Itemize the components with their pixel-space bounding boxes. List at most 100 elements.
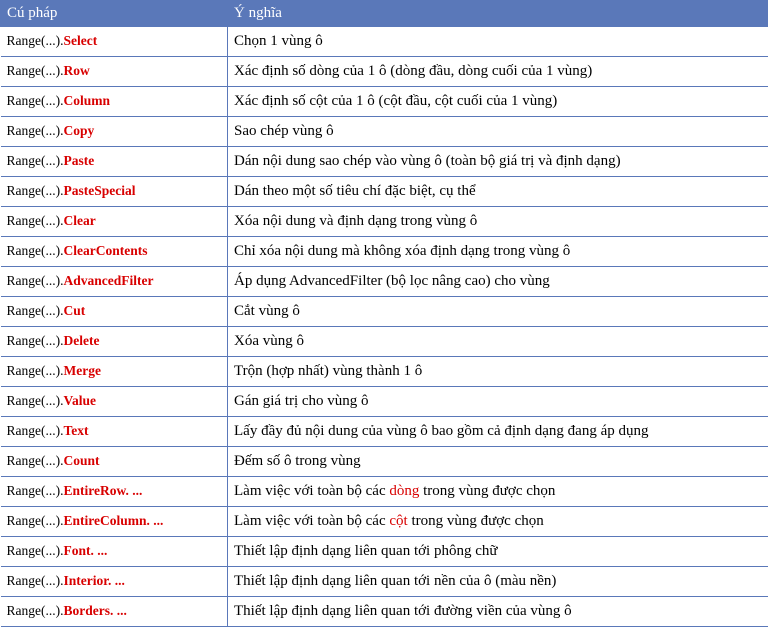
syntax-cell: Range(...).Interior. ... (1, 567, 228, 597)
meaning-text: Sao chép vùng ô (234, 123, 334, 139)
table-row: Range(...).AdvancedFilterÁp dụng Advance… (1, 267, 768, 297)
syntax-prefix: Range(...). (7, 213, 64, 228)
table-row: Range(...).Paste Dán nội dung sao chép và… (1, 147, 768, 177)
syntax-method: Paste (63, 153, 94, 168)
meaning-cell: Xóa nội dung và định dạng trong vùng ô (228, 207, 768, 237)
syntax-method: Font. ... (63, 543, 107, 558)
syntax-method: PasteSpecial (63, 183, 135, 198)
syntax-method: Row (63, 63, 89, 78)
syntax-prefix: Range(...). (7, 153, 64, 168)
meaning-cell: Xác định số cột của 1 ô (cột đầu, cột cu… (228, 87, 768, 117)
syntax-prefix: Range(...). (7, 333, 64, 348)
syntax-reference-table: Cú pháp Ý nghĩa Range(...).SelectChọn 1 … (0, 0, 768, 627)
meaning-text: Dán nội dung sao chép vào vùng ô (toàn b… (234, 153, 621, 169)
table-row: Range(...).Value Gán giá trị cho vùng ô (1, 387, 768, 417)
meaning-cell: Dán nội dung sao chép vào vùng ô (toàn b… (228, 147, 768, 177)
highlighted-word: dòng (389, 483, 419, 499)
table-row: Range(...).MergeTrộn (hợp nhất) vùng thà… (1, 357, 768, 387)
table-row: Range(...).ClearContentsChỉ xóa nội dung… (1, 237, 768, 267)
syntax-method: ClearContents (63, 243, 147, 258)
meaning-text: Thiết lập định dạng liên quan tới đường … (234, 603, 572, 619)
meaning-text: trong vùng được chọn (419, 483, 555, 499)
meaning-cell: Dán theo một số tiêu chí đặc biệt, cụ th… (228, 177, 768, 207)
meaning-text: Cắt vùng ô (234, 303, 300, 319)
meaning-text: Xác định số dòng của 1 ô (dòng đầu, dòng… (234, 63, 592, 79)
syntax-cell: Range(...).Paste (1, 147, 228, 177)
syntax-cell: Range(...).Column (1, 87, 228, 117)
syntax-prefix: Range(...). (7, 63, 64, 78)
table-row: Range(...).Cut Cắt vùng ô (1, 297, 768, 327)
syntax-cell: Range(...).Row (1, 57, 228, 87)
meaning-cell: Gán giá trị cho vùng ô (228, 387, 768, 417)
meaning-text: Xóa vùng ô (234, 333, 304, 349)
meaning-text: Xác định số cột của 1 ô (cột đầu, cột cu… (234, 93, 557, 109)
syntax-prefix: Range(...). (7, 303, 64, 318)
syntax-cell: Range(...).Delete (1, 327, 228, 357)
syntax-prefix: Range(...). (7, 513, 64, 528)
table-row: Range(...).CountĐếm số ô trong vùng (1, 447, 768, 477)
syntax-method: Value (63, 393, 96, 408)
syntax-prefix: Range(...). (7, 603, 64, 618)
meaning-cell: Cắt vùng ô (228, 297, 768, 327)
table-row: Range(...).Column Xác định số cột của 1 ô… (1, 87, 768, 117)
syntax-method: Merge (63, 363, 100, 378)
meaning-cell: Chọn 1 vùng ô (228, 27, 768, 57)
meaning-text: Gán giá trị cho vùng ô (234, 393, 369, 409)
syntax-method: AdvancedFilter (63, 273, 153, 288)
meaning-cell: Chỉ xóa nội dung mà không xóa định dạng … (228, 237, 768, 267)
table-row: Range(...).PasteSpecialDán theo một số t… (1, 177, 768, 207)
meaning-cell: Thiết lập định dạng liên quan tới nền củ… (228, 567, 768, 597)
highlighted-word: cột (389, 513, 407, 529)
syntax-cell: Range(...).Value (1, 387, 228, 417)
meaning-cell: Xác định số dòng của 1 ô (dòng đầu, dòng… (228, 57, 768, 87)
meaning-text: Lấy đầy đủ nội dung của vùng ô bao gồm c… (234, 423, 649, 439)
syntax-method: Delete (63, 333, 99, 348)
meaning-cell: Thiết lập định dạng liên quan tới đường … (228, 597, 768, 627)
table-header-row: Cú pháp Ý nghĩa (1, 1, 768, 27)
syntax-prefix: Range(...). (7, 423, 64, 438)
syntax-prefix: Range(...). (7, 483, 64, 498)
syntax-cell: Range(...).ClearContents (1, 237, 228, 267)
syntax-cell: Range(...).Font. ... (1, 537, 228, 567)
meaning-cell: Làm việc với toàn bộ các dòng trong vùng… (228, 477, 768, 507)
meaning-cell: Lấy đầy đủ nội dung của vùng ô bao gồm c… (228, 417, 768, 447)
syntax-cell: Range(...).EntireRow. ... (1, 477, 228, 507)
meaning-text: trong vùng được chọn (408, 513, 544, 529)
syntax-cell: Range(...).Borders. ... (1, 597, 228, 627)
syntax-method: Select (63, 33, 97, 48)
meaning-cell: Trộn (hợp nhất) vùng thành 1 ô (228, 357, 768, 387)
table-row: Range(...).Copy Sao chép vùng ô (1, 117, 768, 147)
meaning-text: Làm việc với toàn bộ các (234, 483, 389, 499)
meaning-text: Thiết lập định dạng liên quan tới phông … (234, 543, 498, 559)
syntax-cell: Range(...).Merge (1, 357, 228, 387)
table-row: Range(...).EntireRow. ...Làm việc với to… (1, 477, 768, 507)
syntax-prefix: Range(...). (7, 123, 64, 138)
syntax-cell: Range(...).Count (1, 447, 228, 477)
meaning-text: Làm việc với toàn bộ các (234, 513, 389, 529)
syntax-method: EntireRow. ... (63, 483, 142, 498)
syntax-prefix: Range(...). (7, 363, 64, 378)
meaning-text: Xóa nội dung và định dạng trong vùng ô (234, 213, 477, 229)
table-row: Range(...).Interior. ... Thiết lập định d… (1, 567, 768, 597)
meaning-cell: Thiết lập định dạng liên quan tới phông … (228, 537, 768, 567)
table-row: Range(...).Borders. ... Thiết lập định dạ… (1, 597, 768, 627)
syntax-cell: Range(...).Clear (1, 207, 228, 237)
meaning-text: Thiết lập định dạng liên quan tới nền củ… (234, 573, 556, 589)
syntax-cell: Range(...).Copy (1, 117, 228, 147)
syntax-cell: Range(...).PasteSpecial (1, 177, 228, 207)
table-row: Range(...).EntireColumn. ... Làm việc với… (1, 507, 768, 537)
syntax-prefix: Range(...). (7, 543, 64, 558)
syntax-method: Clear (63, 213, 95, 228)
table-row: Range(...).Select Chọn 1 vùng ô (1, 27, 768, 57)
syntax-method: Cut (63, 303, 85, 318)
meaning-cell: Xóa vùng ô (228, 327, 768, 357)
table-row: Range(...).Delete Xóa vùng ô (1, 327, 768, 357)
syntax-method: EntireColumn. ... (63, 513, 163, 528)
syntax-cell: Range(...).EntireColumn. ... (1, 507, 228, 537)
syntax-prefix: Range(...). (7, 93, 64, 108)
table-row: Range(...).Clear Xóa nội dung và định dạn… (1, 207, 768, 237)
syntax-prefix: Range(...). (7, 33, 64, 48)
syntax-method: Copy (63, 123, 94, 138)
syntax-prefix: Range(...). (7, 183, 64, 198)
meaning-cell: Sao chép vùng ô (228, 117, 768, 147)
